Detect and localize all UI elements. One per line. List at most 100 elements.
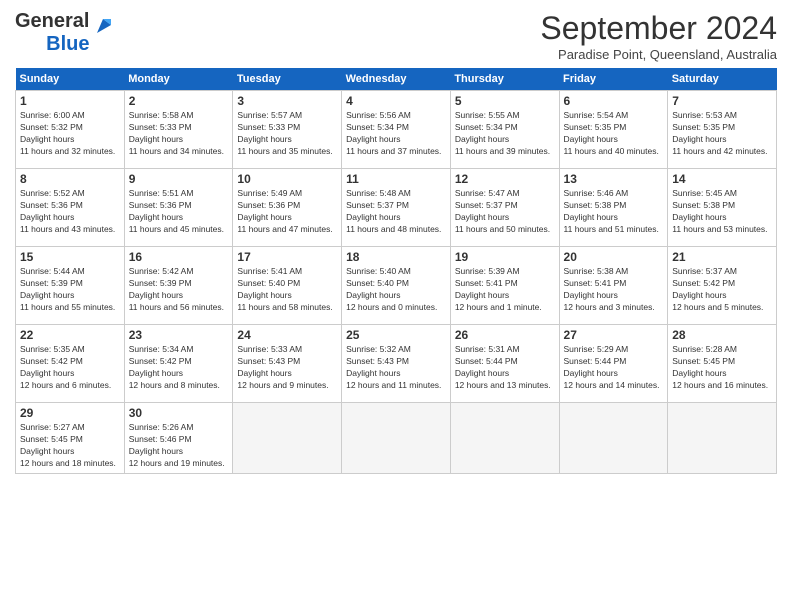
day-detail: Sunrise: 5:29 AMSunset: 5:44 PMDaylight … — [564, 344, 664, 392]
table-row: 22 Sunrise: 5:35 AMSunset: 5:42 PMDayligh… — [16, 325, 125, 403]
day-detail: Sunrise: 5:40 AMSunset: 5:40 PMDaylight … — [346, 266, 446, 314]
table-row: 6 Sunrise: 5:54 AMSunset: 5:35 PMDaylight… — [559, 91, 668, 169]
table-row: 5 Sunrise: 5:55 AMSunset: 5:34 PMDaylight… — [450, 91, 559, 169]
month-title: September 2024 — [540, 10, 777, 47]
day-number: 30 — [129, 406, 229, 420]
day-detail: Sunrise: 5:56 AMSunset: 5:34 PMDaylight … — [346, 110, 446, 158]
day-detail: Sunrise: 5:27 AMSunset: 5:45 PMDaylight … — [20, 422, 120, 470]
col-monday: Monday — [124, 68, 233, 91]
day-detail: Sunrise: 5:26 AMSunset: 5:46 PMDaylight … — [129, 422, 229, 470]
day-number: 5 — [455, 94, 555, 108]
day-detail: Sunrise: 5:54 AMSunset: 5:35 PMDaylight … — [564, 110, 664, 158]
day-detail: Sunrise: 5:41 AMSunset: 5:40 PMDaylight … — [237, 266, 337, 314]
day-detail: Sunrise: 5:48 AMSunset: 5:37 PMDaylight … — [346, 188, 446, 236]
day-number: 3 — [237, 94, 337, 108]
day-detail: Sunrise: 5:33 AMSunset: 5:43 PMDaylight … — [237, 344, 337, 392]
logo-blue: Blue — [46, 33, 89, 56]
day-number: 18 — [346, 250, 446, 264]
col-thursday: Thursday — [450, 68, 559, 91]
table-row: 25 Sunrise: 5:32 AMSunset: 5:43 PMDayligh… — [342, 325, 451, 403]
day-number: 13 — [564, 172, 664, 186]
table-row: 30 Sunrise: 5:26 AMSunset: 5:46 PMDayligh… — [124, 403, 233, 474]
table-row: 24 Sunrise: 5:33 AMSunset: 5:43 PMDayligh… — [233, 325, 342, 403]
day-detail: Sunrise: 5:42 AMSunset: 5:39 PMDaylight … — [129, 266, 229, 314]
header-row: Sunday Monday Tuesday Wednesday Thursday… — [16, 68, 777, 91]
table-row: 17 Sunrise: 5:41 AMSunset: 5:40 PMDayligh… — [233, 247, 342, 325]
day-number: 14 — [672, 172, 772, 186]
table-row: 18 Sunrise: 5:40 AMSunset: 5:40 PMDayligh… — [342, 247, 451, 325]
table-row: 12Sunrise: 5:47 AMSunset: 5:37 PMDayligh… — [450, 169, 559, 247]
table-row: 1 Sunrise: 6:00 AMSunset: 5:32 PMDaylight… — [16, 91, 125, 169]
col-friday: Friday — [559, 68, 668, 91]
day-number: 1 — [20, 94, 120, 108]
table-row: 7 Sunrise: 5:53 AMSunset: 5:35 PMDaylight… — [668, 91, 777, 169]
day-detail: Sunrise: 5:34 AMSunset: 5:42 PMDaylight … — [129, 344, 229, 392]
logo-general: General — [15, 10, 89, 33]
day-number: 22 — [20, 328, 120, 342]
day-detail: Sunrise: 5:46 AMSunset: 5:38 PMDaylight … — [564, 188, 664, 236]
day-detail: Sunrise: 5:57 AMSunset: 5:33 PMDaylight … — [237, 110, 337, 158]
table-row: 2 Sunrise: 5:58 AMSunset: 5:33 PMDaylight… — [124, 91, 233, 169]
page: General Blue September 2024 Paradise Poi… — [0, 0, 792, 612]
table-row — [668, 403, 777, 474]
table-row: 10 Sunrise: 5:49 AMSunset: 5:36 PMDayligh… — [233, 169, 342, 247]
day-detail: Sunrise: 5:55 AMSunset: 5:34 PMDaylight … — [455, 110, 555, 158]
day-detail: Sunrise: 5:45 AMSunset: 5:38 PMDaylight … — [672, 188, 772, 236]
day-detail: Sunrise: 5:51 AMSunset: 5:36 PMDaylight … — [129, 188, 229, 236]
table-row: 4 Sunrise: 5:56 AMSunset: 5:34 PMDaylight… — [342, 91, 451, 169]
day-detail: Sunrise: 5:53 AMSunset: 5:35 PMDaylight … — [672, 110, 772, 158]
day-number: 10 — [237, 172, 337, 186]
location: Paradise Point, Queensland, Australia — [540, 47, 777, 62]
table-row: 29 Sunrise: 5:27 AMSunset: 5:45 PMDayligh… — [16, 403, 125, 474]
table-row: 26Sunrise: 5:31 AMSunset: 5:44 PMDayligh… — [450, 325, 559, 403]
table-row — [450, 403, 559, 474]
day-number: 15 — [20, 250, 120, 264]
day-number: 4 — [346, 94, 446, 108]
table-row: 21 Sunrise: 5:37 AMSunset: 5:42 PMDayligh… — [668, 247, 777, 325]
day-detail: Sunrise: 5:37 AMSunset: 5:42 PMDaylight … — [672, 266, 772, 314]
day-number: 16 — [129, 250, 229, 264]
day-number: 24 — [237, 328, 337, 342]
table-row — [233, 403, 342, 474]
day-number: 6 — [564, 94, 664, 108]
col-sunday: Sunday — [16, 68, 125, 91]
logo-icon — [93, 15, 115, 42]
day-detail: Sunrise: 5:35 AMSunset: 5:42 PMDaylight … — [20, 344, 120, 392]
day-detail: Sunrise: 5:44 AMSunset: 5:39 PMDaylight … — [20, 266, 120, 314]
day-number: 29 — [20, 406, 120, 420]
col-tuesday: Tuesday — [233, 68, 342, 91]
day-detail: Sunrise: 5:38 AMSunset: 5:41 PMDaylight … — [564, 266, 664, 314]
day-number: 2 — [129, 94, 229, 108]
table-row: 11 Sunrise: 5:48 AMSunset: 5:37 PMDayligh… — [342, 169, 451, 247]
day-number: 9 — [129, 172, 229, 186]
table-row: 28 Sunrise: 5:28 AMSunset: 5:45 PMDayligh… — [668, 325, 777, 403]
table-row: 3 Sunrise: 5:57 AMSunset: 5:33 PMDaylight… — [233, 91, 342, 169]
day-number: 25 — [346, 328, 446, 342]
table-row: 15 Sunrise: 5:44 AMSunset: 5:39 PMDayligh… — [16, 247, 125, 325]
day-number: 7 — [672, 94, 772, 108]
day-number: 28 — [672, 328, 772, 342]
table-row: 13 Sunrise: 5:46 AMSunset: 5:38 PMDayligh… — [559, 169, 668, 247]
table-row: 20Sunrise: 5:38 AMSunset: 5:41 PMDayligh… — [559, 247, 668, 325]
day-detail: Sunrise: 5:28 AMSunset: 5:45 PMDaylight … — [672, 344, 772, 392]
day-number: 8 — [20, 172, 120, 186]
day-number: 11 — [346, 172, 446, 186]
table-row: 16 Sunrise: 5:42 AMSunset: 5:39 PMDayligh… — [124, 247, 233, 325]
day-number: 21 — [672, 250, 772, 264]
day-detail: Sunrise: 5:47 AMSunset: 5:37 PMDaylight … — [455, 188, 555, 236]
day-detail: Sunrise: 5:58 AMSunset: 5:33 PMDaylight … — [129, 110, 229, 158]
day-detail: Sunrise: 5:32 AMSunset: 5:43 PMDaylight … — [346, 344, 446, 392]
day-detail: Sunrise: 6:00 AMSunset: 5:32 PMDaylight … — [20, 110, 120, 158]
table-row: 8Sunrise: 5:52 AMSunset: 5:36 PMDaylight… — [16, 169, 125, 247]
day-number: 19 — [455, 250, 555, 264]
logo: General Blue — [15, 10, 115, 56]
table-row: 14 Sunrise: 5:45 AMSunset: 5:38 PMDayligh… — [668, 169, 777, 247]
col-saturday: Saturday — [668, 68, 777, 91]
table-row — [559, 403, 668, 474]
col-wednesday: Wednesday — [342, 68, 451, 91]
table-row: 9 Sunrise: 5:51 AMSunset: 5:36 PMDaylight… — [124, 169, 233, 247]
table-row: 23Sunrise: 5:34 AMSunset: 5:42 PMDayligh… — [124, 325, 233, 403]
day-detail: Sunrise: 5:49 AMSunset: 5:36 PMDaylight … — [237, 188, 337, 236]
day-number: 17 — [237, 250, 337, 264]
table-row: 19Sunrise: 5:39 AMSunset: 5:41 PMDayligh… — [450, 247, 559, 325]
